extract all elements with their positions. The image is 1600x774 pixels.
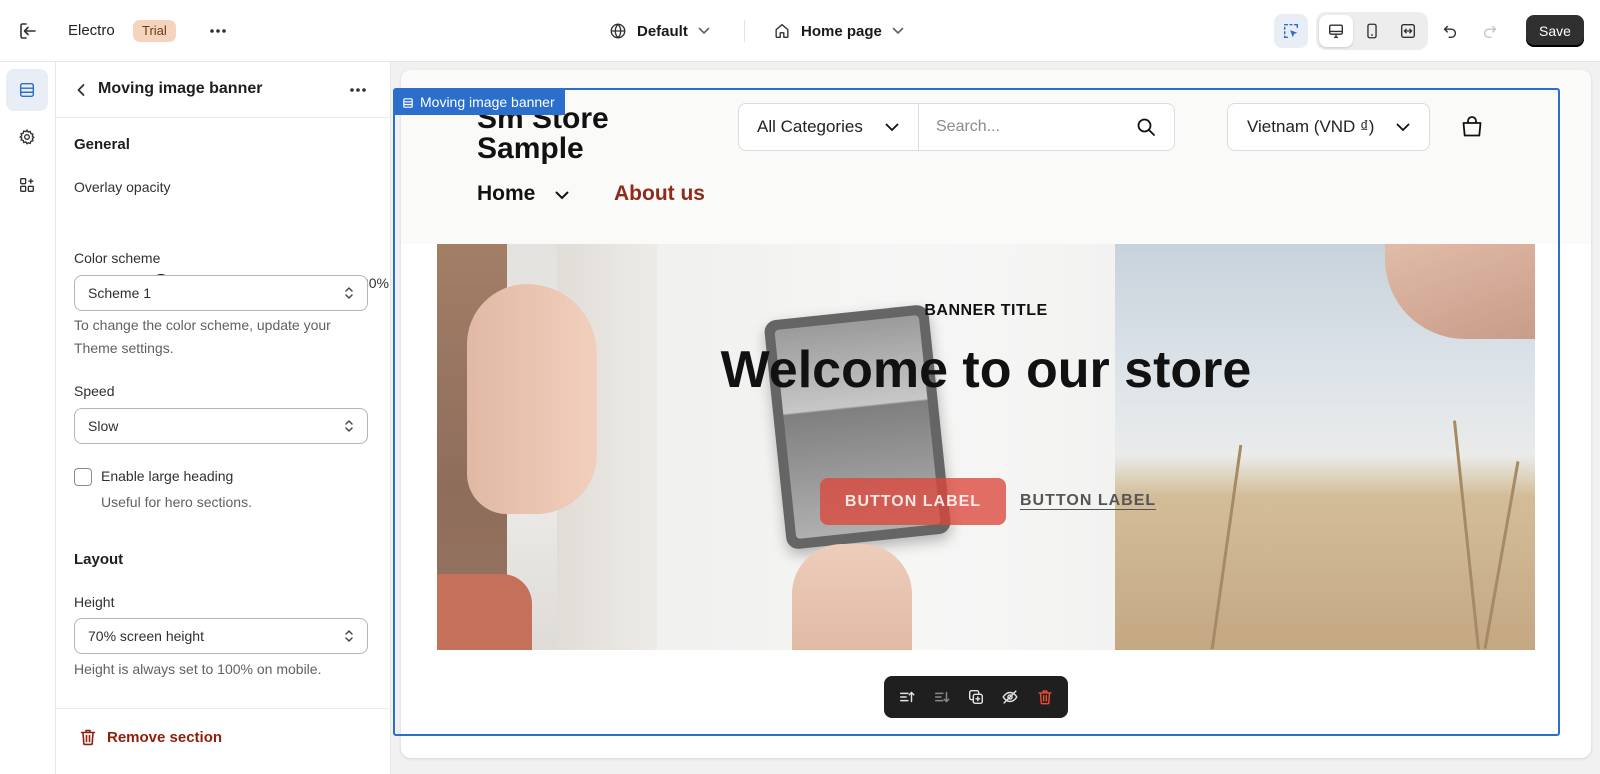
color-scheme-value: Scheme 1	[88, 285, 152, 301]
chevron-down-icon	[698, 27, 710, 35]
settings-panel: Moving image banner General Overlay opac…	[56, 62, 391, 774]
color-scheme-label: Color scheme	[74, 250, 161, 266]
theme-selector[interactable]: Default	[609, 18, 710, 44]
nav-link-home[interactable]: Home	[477, 182, 535, 206]
store-search-input[interactable]	[936, 104, 1126, 150]
select-arrows-icon	[345, 630, 353, 642]
trial-badge: Trial	[133, 20, 176, 42]
viewport-switcher	[1316, 12, 1428, 50]
inspector-toggle[interactable]	[1274, 14, 1308, 48]
move-up-icon[interactable]	[894, 684, 920, 710]
icon-rail	[0, 62, 56, 774]
page-selector[interactable]: Home page	[773, 18, 904, 44]
currency-label: Vietnam (VND ₫)	[1247, 117, 1375, 136]
save-button[interactable]: Save	[1526, 15, 1584, 47]
height-label: Height	[74, 594, 115, 610]
sections-icon	[19, 82, 35, 98]
gear-icon	[19, 129, 35, 145]
delete-icon[interactable]	[1032, 684, 1058, 710]
currency-selector[interactable]: Vietnam (VND ₫)	[1227, 103, 1430, 151]
divider	[744, 20, 745, 42]
category-label: All Categories	[757, 117, 863, 136]
selection-tag-label: Moving image banner	[420, 94, 555, 110]
section-selection-tag[interactable]: Moving image banner	[394, 90, 565, 115]
general-heading: General	[74, 136, 130, 153]
top-bar: Electro Trial Default Home page Save	[0, 0, 1600, 62]
speed-label: Speed	[74, 383, 115, 399]
large-heading-help: Useful for hero sections.	[101, 494, 252, 510]
back-icon[interactable]	[70, 79, 92, 101]
moving-image-banner[interactable]: BANNER TITLE Welcome to our store BUTTON…	[437, 244, 1535, 650]
chevron-down-icon	[1396, 123, 1410, 132]
hide-icon[interactable]	[997, 684, 1023, 710]
chevron-down-icon	[885, 123, 899, 132]
panel-title: Moving image banner	[98, 80, 263, 97]
home-icon	[775, 24, 789, 38]
move-down-icon[interactable]	[929, 684, 955, 710]
height-value: 70% screen height	[88, 628, 204, 644]
page-label: Home page	[801, 22, 882, 40]
banner-heading: Welcome to our store	[720, 341, 1252, 399]
height-help: Height is always set to 100% on mobile.	[74, 661, 322, 677]
speed-select[interactable]: Slow	[74, 408, 368, 444]
select-arrows-icon	[345, 420, 353, 432]
theme-label: Default	[637, 22, 688, 40]
undo-icon[interactable]	[1438, 19, 1462, 43]
desktop-icon	[1329, 24, 1343, 38]
shopping-bag-icon[interactable]	[1460, 115, 1484, 139]
overlay-opacity-label: Overlay opacity	[74, 179, 171, 195]
search-icon[interactable]	[1136, 117, 1156, 137]
select-cursor-icon	[1283, 23, 1299, 39]
store-name: Electro	[68, 22, 115, 39]
banner-title: BANNER TITLE	[924, 302, 1048, 319]
mobile-icon	[1367, 23, 1377, 39]
speed-value: Slow	[88, 418, 119, 434]
sections-icon	[403, 97, 413, 108]
redo-icon[interactable]	[1478, 19, 1502, 43]
nav-link-about[interactable]: About us	[614, 182, 705, 206]
mobile-view-button[interactable]	[1355, 15, 1389, 47]
remove-section-button[interactable]: Remove section	[56, 708, 391, 774]
color-scheme-help: To change the color scheme, update your …	[74, 317, 331, 356]
rail-apps-button[interactable]	[6, 164, 48, 206]
preview-canvas: Sm Store Sample All Categories Vietnam (…	[391, 62, 1600, 774]
color-scheme-select[interactable]: Scheme 1	[74, 275, 368, 311]
exit-icon[interactable]	[16, 19, 40, 43]
large-heading-label: Enable large heading	[101, 468, 234, 484]
expand-horizontal-icon	[1401, 24, 1415, 38]
height-select[interactable]: 70% screen height	[74, 618, 368, 654]
globe-icon	[610, 23, 626, 39]
remove-section-label: Remove section	[107, 729, 223, 746]
section-floating-toolbar	[884, 676, 1068, 718]
more-options-icon[interactable]	[206, 19, 230, 43]
apps-icon	[20, 178, 34, 192]
trash-icon	[80, 729, 96, 746]
large-heading-checkbox[interactable]	[74, 468, 92, 486]
rail-settings-button[interactable]	[6, 116, 48, 158]
rail-sections-button[interactable]	[6, 69, 48, 111]
fullwidth-view-button[interactable]	[1391, 15, 1425, 47]
chevron-down-icon[interactable]	[554, 187, 570, 203]
desktop-view-button[interactable]	[1319, 15, 1353, 47]
category-search-bar: All Categories	[738, 103, 1175, 151]
panel-more-icon[interactable]	[346, 79, 370, 101]
layout-heading: Layout	[74, 551, 124, 568]
select-arrows-icon	[345, 287, 353, 299]
preview-frame: Sm Store Sample All Categories Vietnam (…	[401, 70, 1591, 758]
chevron-down-icon	[892, 27, 904, 35]
category-dropdown[interactable]: All Categories	[739, 104, 919, 150]
banner-primary-button[interactable]: BUTTON LABEL	[820, 478, 1006, 525]
store-header: Sm Store Sample All Categories Vietnam (…	[401, 70, 1591, 244]
panel-header: Moving image banner	[56, 62, 391, 118]
duplicate-icon[interactable]	[963, 684, 989, 710]
banner-secondary-button[interactable]: BUTTON LABEL	[1020, 492, 1156, 510]
